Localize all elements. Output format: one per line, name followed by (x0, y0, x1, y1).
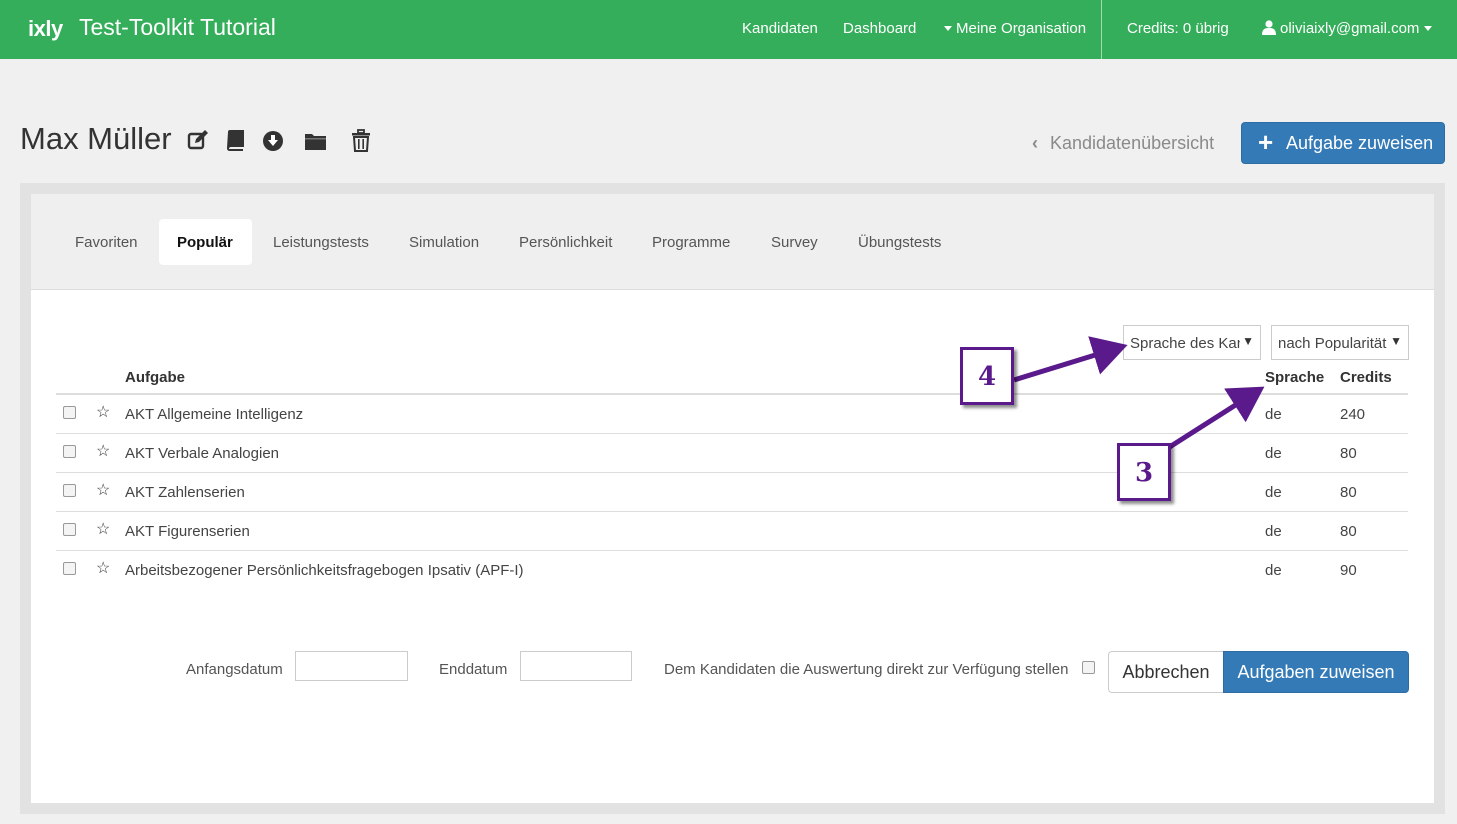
star-icon[interactable]: ☆ (96, 444, 110, 460)
edit-icon[interactable] (186, 128, 210, 152)
top-navbar: ixly Test-Toolkit Tutorial Kandidaten Da… (0, 0, 1457, 59)
tab-persoenlichkeit[interactable]: Persönlichkeit (501, 219, 630, 265)
tab-favoriten[interactable]: Favoriten (57, 219, 156, 265)
dropdown-arrow-icon: ▼ (1242, 334, 1254, 348)
tab-populaer[interactable]: Populär (159, 219, 252, 265)
nav-link-dashboard[interactable]: Dashboard (843, 20, 916, 37)
start-date-input[interactable] (295, 651, 408, 681)
dropdown-arrow-icon: ▼ (1390, 334, 1402, 348)
star-icon[interactable]: ☆ (96, 483, 110, 499)
user-menu[interactable]: oliviaixly@gmail.com (1262, 20, 1433, 37)
row-language: de (1265, 484, 1282, 501)
column-header-language[interactable]: Sprache (1265, 369, 1324, 386)
assign-task-label: Aufgabe zuweisen (1286, 133, 1434, 153)
sort-select-value: nach Popularität (1278, 335, 1387, 352)
star-icon[interactable]: ☆ (96, 561, 110, 577)
sort-select[interactable]: nach Popularität ▼ (1271, 325, 1409, 360)
row-language: de (1265, 445, 1282, 462)
back-link-label: Kandidatenübersicht (1050, 133, 1215, 153)
row-checkbox[interactable] (63, 445, 76, 458)
end-date-label: Enddatum (439, 661, 508, 678)
candidate-name: Max Müller (20, 121, 172, 156)
row-task-name[interactable]: AKT Verbale Analogien (125, 445, 279, 462)
chevron-left-icon: ‹ (1032, 133, 1038, 153)
row-language: de (1265, 406, 1282, 423)
row-task-name[interactable]: Arbeitsbezogener Persönlichkeitsfragebog… (125, 562, 524, 579)
table-header-divider (56, 393, 1408, 395)
row-task-name[interactable]: AKT Zahlenserien (125, 484, 245, 501)
user-email: oliviaixly@gmail.com (1280, 20, 1420, 37)
row-credits: 240 (1340, 406, 1366, 423)
download-icon[interactable] (261, 128, 285, 152)
column-header-credits[interactable]: Credits (1340, 369, 1392, 386)
folder-icon[interactable] (304, 128, 328, 152)
nav-menu-organisation-label: Meine Organisation (956, 20, 1087, 37)
tab-programme[interactable]: Programme (634, 219, 748, 265)
tab-leistungstests[interactable]: Leistungstests (255, 219, 387, 265)
row-credits: 80 (1340, 523, 1357, 540)
language-select[interactable]: Sprache des Kandidaten ▼ (1123, 325, 1261, 360)
row-task-name[interactable]: AKT Figurenserien (125, 523, 250, 540)
row-checkbox[interactable] (63, 523, 76, 536)
share-results-checkbox[interactable] (1082, 661, 1095, 674)
language-select-value: Sprache des Kandidaten (1130, 335, 1240, 352)
row-divider (56, 472, 1408, 473)
credits-indicator: Credits: 0 übrig (1127, 20, 1229, 37)
user-icon (1262, 20, 1276, 35)
plus-icon: + (1258, 127, 1274, 157)
nav-menu-organisation[interactable]: Meine Organisation (944, 20, 1086, 37)
annotation-callout-3: 3 (1117, 443, 1171, 501)
nav-link-kandidaten[interactable]: Kandidaten (742, 20, 818, 37)
star-icon[interactable]: ☆ (96, 522, 110, 538)
row-credits: 80 (1340, 484, 1357, 501)
row-checkbox[interactable] (63, 484, 76, 497)
task-panel-body (31, 290, 1434, 803)
end-date-input[interactable] (520, 651, 632, 681)
app-title[interactable]: Test-Toolkit Tutorial (79, 14, 276, 41)
trash-icon[interactable] (349, 128, 373, 152)
row-credits: 80 (1340, 445, 1357, 462)
row-language: de (1265, 562, 1282, 579)
row-divider (56, 550, 1408, 551)
row-task-name[interactable]: AKT Allgemeine Intelligenz (125, 406, 303, 423)
back-to-candidates-link[interactable]: ‹ Kandidatenübersicht (1032, 133, 1214, 154)
tab-survey[interactable]: Survey (753, 219, 836, 265)
row-credits: 90 (1340, 562, 1357, 579)
row-divider (56, 511, 1408, 512)
book-icon[interactable] (224, 128, 248, 152)
tab-uebungstests[interactable]: Übungstests (840, 219, 959, 265)
navbar-divider (1101, 0, 1102, 59)
brand-logo[interactable]: ixly (28, 16, 63, 42)
star-icon[interactable]: ☆ (96, 405, 110, 421)
row-divider (56, 433, 1408, 434)
caret-down-icon (944, 25, 952, 31)
tab-simulation[interactable]: Simulation (391, 219, 497, 265)
column-header-task: Aufgabe (125, 369, 185, 386)
row-language: de (1265, 523, 1282, 540)
assign-task-button[interactable]: + Aufgabe zuweisen (1241, 122, 1445, 164)
assign-tasks-button[interactable]: Aufgaben zuweisen (1223, 651, 1409, 693)
annotation-callout-4: 4 (960, 347, 1014, 405)
caret-down-icon (1424, 25, 1433, 31)
row-checkbox[interactable] (63, 406, 76, 419)
cancel-button[interactable]: Abbrechen (1108, 651, 1224, 693)
row-checkbox[interactable] (63, 562, 76, 575)
share-results-label: Dem Kandidaten die Auswertung direkt zur… (664, 661, 1069, 678)
start-date-label: Anfangsdatum (186, 661, 283, 678)
